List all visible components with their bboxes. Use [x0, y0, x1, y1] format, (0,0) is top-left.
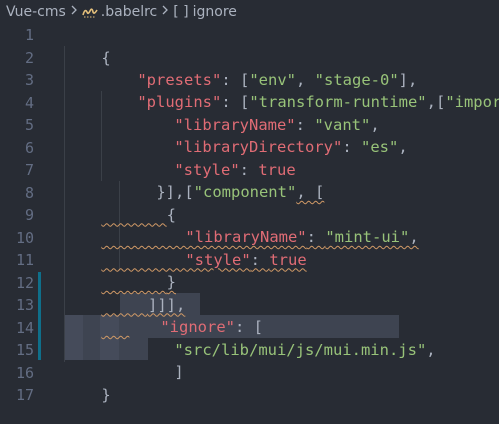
- token: ,: [398, 138, 408, 156]
- line-number[interactable]: 8: [0, 182, 34, 205]
- line-number[interactable]: 14: [0, 317, 34, 340]
- line-number[interactable]: 6: [0, 137, 34, 160]
- code-line-14[interactable]: "src/lib/mui/js/mui.min.js",: [137, 316, 435, 359]
- babel-file-icon: [82, 6, 98, 20]
- code-line-12[interactable]: ]]],: [64, 271, 185, 314]
- breadcrumb-file[interactable]: .babelrc: [82, 4, 157, 20]
- token-string: "import": [445, 93, 499, 111]
- token: ,: [426, 340, 436, 359]
- code-line-7[interactable]: }],["component", [: [119, 159, 324, 201]
- token: :: [306, 228, 326, 246]
- token-string: "src/lib/mui/js/mui.min.js": [174, 340, 427, 359]
- breadcrumb-symbol-label: ignore: [192, 4, 237, 20]
- token: ]: [174, 363, 184, 381]
- line-number[interactable]: 9: [0, 204, 34, 227]
- code-line-16[interactable]: }: [64, 361, 110, 404]
- code-line-10[interactable]: "style": true: [64, 226, 306, 269]
- token: ,[: [426, 93, 446, 111]
- line-number[interactable]: 11: [0, 249, 34, 272]
- breadcrumb-project[interactable]: Vue-cms: [6, 4, 66, 20]
- token-with-warning: , [: [296, 183, 325, 201]
- code-line-1[interactable]: {: [64, 24, 110, 67]
- code-line-13[interactable]: "ignore": [: [64, 294, 263, 336]
- code-editor[interactable]: Vue-cms .babelrc [ ] ignore 12345 6 7 8 …: [0, 0, 499, 424]
- token: ,: [409, 228, 419, 246]
- array-symbol-icon: [ ]: [173, 4, 189, 20]
- token-string: "mint-ui": [325, 228, 410, 246]
- line-number[interactable]: 17: [0, 384, 34, 407]
- token: :: [342, 138, 361, 156]
- code-line-4[interactable]: "libraryName": "vant",: [137, 91, 379, 134]
- line-number[interactable]: 15: [0, 339, 34, 362]
- code-line-11[interactable]: }: [64, 249, 176, 291]
- code-line-15[interactable]: ]: [137, 339, 183, 381]
- breadcrumb-file-label: .babelrc: [100, 4, 158, 20]
- line-number[interactable]: 5: [0, 114, 34, 137]
- code-line-2[interactable]: "presets": ["env", "stage-0"],: [100, 46, 417, 89]
- line-number[interactable]: 16: [0, 362, 34, 385]
- code-line-5[interactable]: "libraryDirectory": "es",: [137, 114, 407, 156]
- line-number[interactable]: 2: [0, 47, 34, 70]
- token-key: "style": [185, 250, 251, 269]
- line-number[interactable]: 13: [0, 294, 34, 317]
- code-line-6[interactable]: "style": true: [137, 136, 295, 179]
- code-line-17[interactable]: [64, 384, 101, 407]
- token-string: "es": [360, 138, 399, 156]
- code-line-3[interactable]: "plugins": ["transform-runtime",["import…: [100, 69, 499, 111]
- token: }: [101, 385, 111, 404]
- line-number[interactable]: 4: [0, 92, 34, 115]
- line-number[interactable]: 3: [0, 69, 34, 92]
- chevron-right-icon: [161, 4, 169, 20]
- token-string: "component": [193, 183, 297, 201]
- line-number[interactable]: 10: [0, 227, 34, 250]
- token: :: [250, 250, 270, 269]
- line-number[interactable]: 7: [0, 159, 34, 182]
- git-modified-indicator[interactable]: [38, 272, 41, 360]
- warning-squiggle: [101, 318, 129, 336]
- line-number[interactable]: 12: [0, 272, 34, 295]
- code-line-8[interactable]: {: [64, 181, 176, 224]
- breadcrumb-symbol[interactable]: [ ] ignore: [173, 4, 237, 20]
- token-boolean: true: [269, 250, 307, 269]
- breadcrumb: Vue-cms .babelrc [ ] ignore: [0, 0, 499, 24]
- chevron-right-icon: [70, 4, 78, 20]
- line-number[interactable]: 1: [0, 24, 34, 47]
- code-line-9[interactable]: "libraryName": "mint-ui",: [64, 204, 418, 246]
